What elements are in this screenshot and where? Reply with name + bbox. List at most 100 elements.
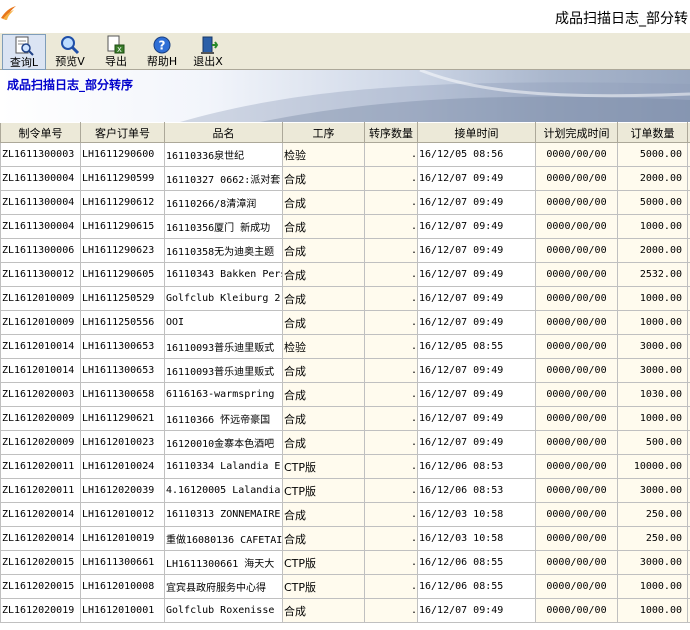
- cell-transfer-qty[interactable]: .: [364, 526, 418, 551]
- cell-customer-order-no[interactable]: LH1612010012: [80, 502, 165, 527]
- cell-planned-finish[interactable]: 0000/00/00: [535, 550, 618, 575]
- table-row[interactable]: ZL1612020003 LH1611300658 6116163-warmspri…: [0, 382, 690, 407]
- table-row[interactable]: ZL1611300004 LH1611290615 16110356厦门 新成功 合成…: [0, 214, 690, 239]
- help-button[interactable]: ? 帮助H: [140, 34, 184, 70]
- cell-product-name[interactable]: 16110327 0662:派对套: [164, 166, 283, 191]
- cell-order-qty[interactable]: 3000.00: [617, 334, 688, 359]
- cell-order-qty[interactable]: 250.00: [617, 526, 688, 551]
- cell-planned-finish[interactable]: 0000/00/00: [535, 502, 618, 527]
- cell-order-no[interactable]: ZL1611300003: [0, 142, 81, 167]
- cell-receive-time[interactable]: 16/12/05 08:56: [417, 142, 536, 167]
- cell-transfer-qty[interactable]: .: [364, 598, 418, 623]
- cell-receive-time[interactable]: 16/12/03 10:58: [417, 526, 536, 551]
- cell-planned-finish[interactable]: 0000/00/00: [535, 262, 618, 287]
- cell-receive-time[interactable]: 16/12/07 09:49: [417, 214, 536, 239]
- table-row[interactable]: ZL1612020009 LH1611290621 16110366 怀远帝豪国 合成…: [0, 406, 690, 431]
- table-row[interactable]: ZL1611300012 LH1611290605 16110343 Bakken …: [0, 262, 690, 287]
- column-header-planned-finish[interactable]: 计划完成时间: [535, 122, 618, 143]
- cell-order-qty[interactable]: 3000.00: [617, 478, 688, 503]
- cell-order-qty[interactable]: 250.00: [617, 502, 688, 527]
- cell-order-qty[interactable]: 3000.00: [617, 358, 688, 383]
- cell-customer-order-no[interactable]: LH1611290615: [80, 214, 165, 239]
- cell-receive-time[interactable]: 16/12/07 09:49: [417, 166, 536, 191]
- cell-process[interactable]: CTP版: [282, 454, 365, 479]
- cell-customer-order-no[interactable]: LH1612010023: [80, 430, 165, 455]
- cell-order-no[interactable]: ZL1611300004: [0, 214, 81, 239]
- cell-customer-order-no[interactable]: LH1612010019: [80, 526, 165, 551]
- cell-order-qty[interactable]: 1030.00: [617, 382, 688, 407]
- cell-product-name[interactable]: 16110266/8清漳润: [164, 190, 283, 215]
- cell-receive-time[interactable]: 16/12/07 09:49: [417, 406, 536, 431]
- cell-order-qty[interactable]: 1000.00: [617, 406, 688, 431]
- cell-planned-finish[interactable]: 0000/00/00: [535, 526, 618, 551]
- table-row[interactable]: ZL1611300006 LH1611290623 16110358无为迪奥主题 合成…: [0, 238, 690, 263]
- cell-receive-time[interactable]: 16/12/07 09:49: [417, 358, 536, 383]
- cell-customer-order-no[interactable]: LH1612010008: [80, 574, 165, 599]
- cell-receive-time[interactable]: 16/12/07 09:49: [417, 598, 536, 623]
- cell-transfer-qty[interactable]: .: [364, 478, 418, 503]
- table-row[interactable]: ZL1612020015 LH1612010008 宜宾县政府服务中心得 CTP版. 1…: [0, 574, 690, 599]
- cell-order-no[interactable]: ZL1612020009: [0, 406, 81, 431]
- table-row[interactable]: ZL1612020009 LH1612010023 16120010金寨本色酒吧 合成…: [0, 430, 690, 455]
- cell-product-name[interactable]: LH1611300661 海天大: [164, 550, 283, 575]
- export-button[interactable]: X 导出: [94, 34, 138, 70]
- cell-order-no[interactable]: ZL1612020003: [0, 382, 81, 407]
- cell-order-qty[interactable]: 2532.00: [617, 262, 688, 287]
- column-header-order-qty[interactable]: 订单数量: [617, 122, 688, 143]
- cell-process[interactable]: CTP版: [282, 478, 365, 503]
- cell-order-no[interactable]: ZL1611300004: [0, 166, 81, 191]
- exit-button[interactable]: 退出X: [186, 34, 230, 70]
- cell-planned-finish[interactable]: 0000/00/00: [535, 574, 618, 599]
- cell-transfer-qty[interactable]: .: [364, 286, 418, 311]
- table-row[interactable]: ZL1612020015 LH1611300661 LH1611300661 海天大…: [0, 550, 690, 575]
- cell-order-no[interactable]: ZL1612010009: [0, 286, 81, 311]
- cell-order-qty[interactable]: 1000.00: [617, 214, 688, 239]
- cell-process[interactable]: 合成: [282, 310, 365, 335]
- cell-process[interactable]: 合成: [282, 262, 365, 287]
- column-header-process[interactable]: 工序: [282, 122, 365, 143]
- cell-transfer-qty[interactable]: .: [364, 262, 418, 287]
- table-row[interactable]: ZL1611300004 LH1611290599 16110327 0662:派对…: [0, 166, 690, 191]
- cell-customer-order-no[interactable]: LH1611300653: [80, 358, 165, 383]
- cell-process[interactable]: 合成: [282, 166, 365, 191]
- column-header-order-no[interactable]: 制令单号: [0, 122, 81, 143]
- cell-customer-order-no[interactable]: LH1611300661: [80, 550, 165, 575]
- cell-customer-order-no[interactable]: LH1611290621: [80, 406, 165, 431]
- cell-transfer-qty[interactable]: .: [364, 142, 418, 167]
- cell-transfer-qty[interactable]: .: [364, 238, 418, 263]
- cell-planned-finish[interactable]: 0000/00/00: [535, 238, 618, 263]
- cell-order-no[interactable]: ZL1612010009: [0, 310, 81, 335]
- table-row[interactable]: ZL1612020014 LH1612010012 16110313 ZONNEMA…: [0, 502, 690, 527]
- cell-order-no[interactable]: ZL1612010014: [0, 334, 81, 359]
- cell-receive-time[interactable]: 16/12/06 08:55: [417, 574, 536, 599]
- cell-customer-order-no[interactable]: LH1611290623: [80, 238, 165, 263]
- cell-transfer-qty[interactable]: .: [364, 166, 418, 191]
- cell-transfer-qty[interactable]: .: [364, 190, 418, 215]
- cell-product-name[interactable]: Golfclub Roxenisse: [164, 598, 283, 623]
- cell-process[interactable]: 合成: [282, 598, 365, 623]
- cell-transfer-qty[interactable]: .: [364, 430, 418, 455]
- cell-transfer-qty[interactable]: .: [364, 214, 418, 239]
- cell-product-name[interactable]: 16110356厦门 新成功: [164, 214, 283, 239]
- cell-receive-time[interactable]: 16/12/07 09:49: [417, 238, 536, 263]
- preview-button[interactable]: 预览V: [48, 34, 92, 70]
- cell-planned-finish[interactable]: 0000/00/00: [535, 382, 618, 407]
- cell-product-name[interactable]: 16120010金寨本色酒吧: [164, 430, 283, 455]
- cell-order-no[interactable]: ZL1611300006: [0, 238, 81, 263]
- cell-receive-time[interactable]: 16/12/07 09:49: [417, 286, 536, 311]
- cell-order-qty[interactable]: 1000.00: [617, 574, 688, 599]
- cell-customer-order-no[interactable]: LH1611290605: [80, 262, 165, 287]
- cell-process[interactable]: 合成: [282, 358, 365, 383]
- table-row[interactable]: ZL1611300003 LH1611290600 16110336泉世纪 检验. 16…: [0, 142, 690, 167]
- cell-order-no[interactable]: ZL1611300004: [0, 190, 81, 215]
- cell-product-name[interactable]: 16110093普乐迪里贩式: [164, 358, 283, 383]
- cell-transfer-qty[interactable]: .: [364, 502, 418, 527]
- cell-customer-order-no[interactable]: LH1611250556: [80, 310, 165, 335]
- column-header-product-name[interactable]: 品名: [164, 122, 283, 143]
- cell-planned-finish[interactable]: 0000/00/00: [535, 598, 618, 623]
- table-row[interactable]: ZL1612010014 LH1611300653 16110093普乐迪里贩式 合成…: [0, 358, 690, 383]
- cell-order-qty[interactable]: 500.00: [617, 430, 688, 455]
- cell-order-no[interactable]: ZL1612020015: [0, 550, 81, 575]
- cell-transfer-qty[interactable]: .: [364, 550, 418, 575]
- cell-process[interactable]: 合成: [282, 190, 365, 215]
